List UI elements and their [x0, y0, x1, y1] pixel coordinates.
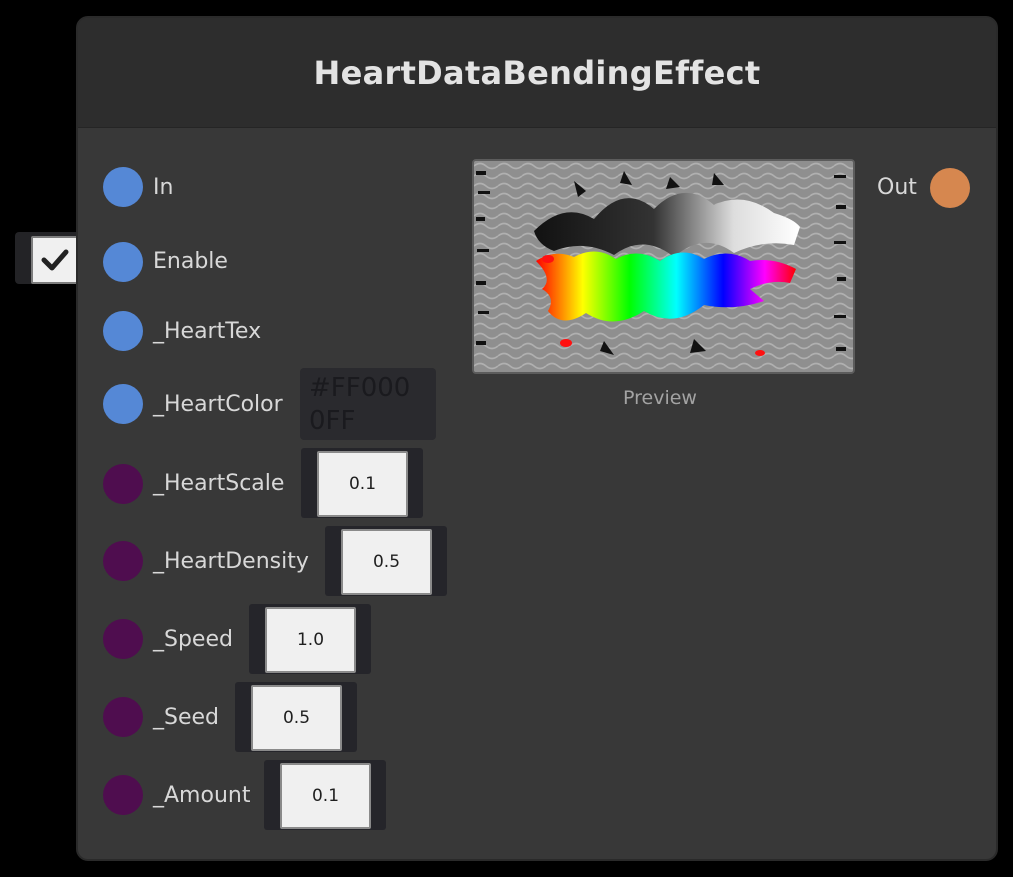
port-speed-label: _Speed	[153, 627, 233, 652]
port-enable-dot[interactable]	[103, 242, 143, 282]
port-in-dot[interactable]	[103, 167, 143, 207]
port-speed-dot[interactable]	[103, 619, 143, 659]
heartdensity-field[interactable]: 0.5	[341, 529, 432, 595]
port-heartdensity-label: _HeartDensity	[153, 549, 309, 574]
node-header[interactable]: HeartDataBendingEffect	[78, 18, 996, 128]
heartcolor-field[interactable]: #FF000 0FF	[300, 368, 436, 440]
node-title: HeartDataBendingEffect	[313, 54, 761, 92]
port-out-label: Out	[877, 175, 917, 200]
port-heartdensity-dot[interactable]	[103, 541, 143, 581]
port-hearttex-dot[interactable]	[103, 311, 143, 351]
port-out-dot[interactable]	[930, 168, 970, 208]
port-amount-label: _Amount	[153, 783, 251, 808]
speed-field[interactable]: 1.0	[265, 607, 356, 673]
port-hearttex-label: _HeartTex	[153, 319, 262, 344]
port-seed-label: _Seed	[153, 705, 219, 730]
enable-checkbox[interactable]	[31, 236, 79, 284]
port-in-label: In	[153, 175, 174, 200]
seed-field[interactable]: 0.5	[251, 685, 342, 751]
amount-field[interactable]: 0.1	[280, 763, 371, 829]
preview-image	[472, 159, 855, 374]
port-heartscale-label: _HeartScale	[153, 471, 285, 496]
port-enable-label: Enable	[153, 249, 228, 274]
port-seed-dot[interactable]	[103, 697, 143, 737]
port-heartscale-dot[interactable]	[103, 464, 143, 504]
port-amount-dot[interactable]	[103, 775, 143, 815]
heartscale-field[interactable]: 0.1	[317, 451, 408, 517]
preview-label: Preview	[623, 387, 697, 409]
preview-render	[474, 161, 853, 372]
heartcolor-value: #FF000 0FF	[309, 373, 411, 436]
checkmark-icon	[41, 249, 69, 271]
port-heartcolor-label: _HeartColor	[153, 392, 283, 417]
shader-node[interactable]: HeartDataBendingEffect	[76, 16, 998, 861]
port-heartcolor-dot[interactable]	[103, 384, 143, 424]
